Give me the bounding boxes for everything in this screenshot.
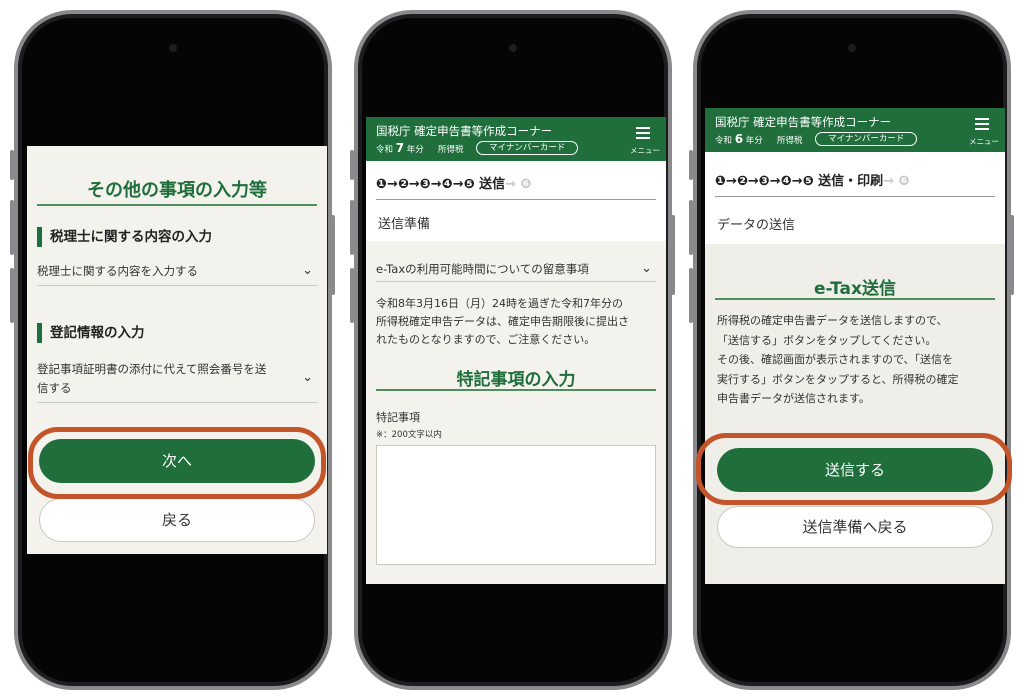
screen-send-prep: 国税庁 確定申告書等作成コーナー 令和 7 年分 所得税 マイナンバーカード メ… xyxy=(366,117,666,584)
page-title: 送信準備 xyxy=(378,217,431,232)
side-button xyxy=(331,215,335,295)
app-header: 国税庁 確定申告書等作成コーナー 令和 6 年分 所得税 マイナンバーカード メ… xyxy=(705,108,1005,152)
side-button xyxy=(689,268,693,323)
back-to-prep-button[interactable]: 送信準備へ戻る xyxy=(717,506,993,548)
chevron-down-icon: ⌄ xyxy=(302,370,313,385)
back-button[interactable]: 戻る xyxy=(39,498,315,542)
mynumber-card-badge: マイナンバーカード xyxy=(815,132,918,146)
deadline-notice: 令和8年3月16日（月）24時を過ぎた令和7年分の 所得税確定申告データは、確定… xyxy=(376,297,629,346)
tax-type: 所得税 xyxy=(438,145,464,155)
tax-year: 令和 7 年分 xyxy=(376,141,424,155)
heading-underline xyxy=(715,298,995,300)
front-camera xyxy=(169,44,177,52)
accordion-label: 税理士に関する内容を入力する xyxy=(37,264,198,278)
side-button xyxy=(10,150,14,180)
accordion-etax-hours[interactable]: e-Taxの利用可能時間についての留意事項 ⌄ xyxy=(376,261,656,282)
side-button xyxy=(1010,215,1014,295)
menu-label[interactable]: メニュー xyxy=(630,145,660,156)
side-button xyxy=(671,215,675,295)
chevron-down-icon: ⌄ xyxy=(641,261,652,276)
special-notes-label: 特記事項 xyxy=(376,411,420,424)
page-title: その他の事項の入力等 xyxy=(87,180,267,201)
heading-underline xyxy=(376,389,656,391)
stepper-underline xyxy=(376,199,656,200)
progress-stepper: ❶→❷→❸→❹→❺ 送信→ ❻ xyxy=(376,177,532,192)
agency-title: 国税庁 確定申告書等作成コーナー xyxy=(715,115,892,129)
send-instructions: 所得税の確定申告書データを送信しますので、 「送信する」ボタンをタップしてくださ… xyxy=(717,314,959,405)
section-heading-registry: 登記情報の入力 xyxy=(37,323,145,343)
front-camera xyxy=(848,44,856,52)
front-camera xyxy=(509,44,517,52)
side-button xyxy=(350,150,354,180)
hamburger-menu-icon[interactable] xyxy=(636,127,650,142)
accordion-registry[interactable]: 登記事項証明書の添付に代えて照会番号を送 信する ⌄ xyxy=(37,360,317,403)
special-notes-heading: 特記事項の入力 xyxy=(456,370,576,390)
tax-type: 所得税 xyxy=(777,136,803,146)
app-header: 国税庁 確定申告書等作成コーナー 令和 7 年分 所得税 マイナンバーカード メ… xyxy=(366,117,666,161)
divider xyxy=(37,285,317,286)
accordion-label-line1: 登記事項証明書の添付に代えて照会番号を送 xyxy=(37,362,267,376)
special-notes-hint: ※：200文字以内 xyxy=(376,430,442,440)
hamburger-menu-icon[interactable] xyxy=(975,118,989,133)
side-button xyxy=(350,268,354,323)
mynumber-card-badge: マイナンバーカード xyxy=(476,141,579,155)
progress-stepper: ❶→❷→❸→❹→❺ 送信・印刷→ ❻ xyxy=(715,174,910,189)
divider xyxy=(37,402,317,403)
highlight-ring xyxy=(696,433,1012,505)
menu-label[interactable]: メニュー xyxy=(969,136,999,147)
highlight-ring xyxy=(28,427,326,499)
screen-data-send: 国税庁 確定申告書等作成コーナー 令和 6 年分 所得税 マイナンバーカード メ… xyxy=(705,108,1005,584)
side-button xyxy=(689,150,693,180)
section-heading-tax-accountant: 税理士に関する内容の入力 xyxy=(37,227,212,247)
side-button xyxy=(689,200,693,255)
chevron-down-icon: ⌄ xyxy=(302,263,313,278)
title-underline xyxy=(37,204,317,206)
agency-title: 国税庁 確定申告書等作成コーナー xyxy=(376,124,553,138)
tax-year: 令和 6 年分 xyxy=(715,132,763,146)
accordion-label: e-Taxの利用可能時間についての留意事項 xyxy=(376,262,589,276)
side-button xyxy=(350,200,354,255)
divider xyxy=(376,281,656,282)
accordion-label-line2: 信する xyxy=(37,381,72,395)
stepper-underline xyxy=(715,196,995,197)
etax-send-heading: e-Tax送信 xyxy=(814,279,896,299)
side-button xyxy=(10,268,14,323)
special-notes-textarea[interactable] xyxy=(376,445,656,565)
page-title: データの送信 xyxy=(717,218,796,233)
accordion-tax-accountant[interactable]: 税理士に関する内容を入力する ⌄ xyxy=(37,263,317,286)
side-button xyxy=(10,200,14,255)
